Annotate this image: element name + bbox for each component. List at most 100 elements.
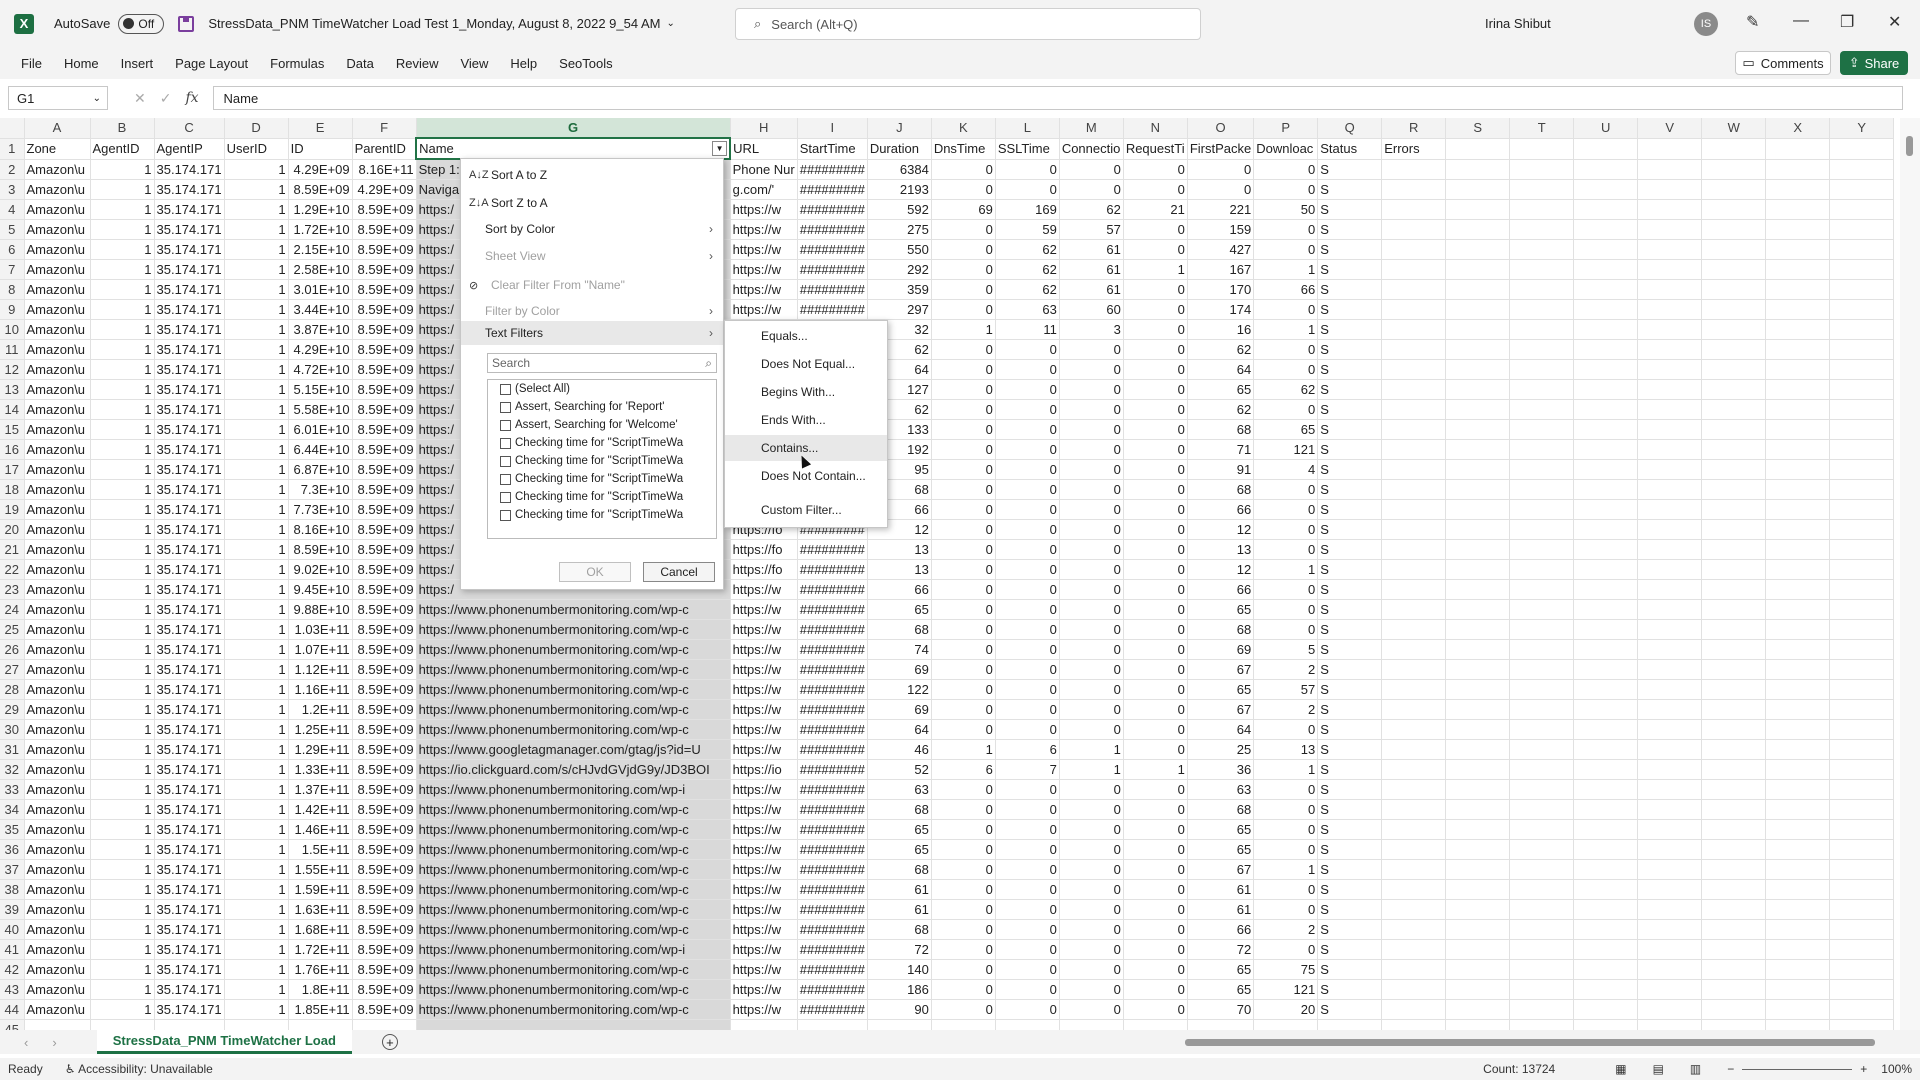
cell[interactable]: 66 — [867, 579, 932, 600]
cell[interactable]: 0 — [931, 959, 996, 980]
cell[interactable]: 0 — [995, 539, 1060, 560]
cell[interactable]: 0 — [1059, 839, 1124, 860]
cell[interactable]: 35.174.171 — [154, 559, 225, 580]
filter-value-list[interactable]: (Select All) Assert, Searching for 'Repor… — [487, 379, 717, 539]
cell[interactable] — [1829, 759, 1895, 780]
cell[interactable] — [1829, 479, 1895, 500]
cell[interactable]: 67 — [1187, 699, 1255, 720]
cell[interactable]: 1.72E+10 — [288, 219, 353, 240]
cell[interactable] — [1829, 999, 1895, 1020]
cell[interactable] — [931, 1019, 996, 1030]
cell[interactable]: 0 — [995, 819, 1060, 840]
cell[interactable]: ######### — [797, 199, 868, 220]
cell[interactable]: S — [1317, 919, 1383, 940]
cell[interactable]: 1.55E+11 — [288, 859, 353, 880]
cell[interactable]: S — [1317, 519, 1383, 540]
cell[interactable]: 0 — [995, 939, 1060, 960]
cell[interactable]: 174 — [1187, 299, 1255, 320]
cell[interactable]: ######### — [797, 239, 868, 260]
cell[interactable]: 0 — [931, 499, 996, 520]
cell[interactable]: S — [1317, 699, 1383, 720]
cell[interactable]: Amazon\u — [24, 439, 91, 460]
cell[interactable] — [1381, 979, 1447, 1000]
cell[interactable]: 0 — [1059, 659, 1124, 680]
cell[interactable]: S — [1317, 859, 1383, 880]
cell[interactable] — [1509, 919, 1575, 940]
cell[interactable]: 35.174.171 — [154, 599, 225, 620]
cell[interactable]: 159 — [1187, 219, 1255, 240]
cell[interactable] — [1381, 799, 1447, 820]
cell[interactable] — [1701, 659, 1767, 680]
cell[interactable]: 0 — [995, 479, 1060, 500]
cell[interactable] — [1509, 159, 1575, 180]
cell[interactable]: 35.174.171 — [154, 179, 225, 200]
cell[interactable]: 0 — [995, 559, 1060, 580]
cell[interactable]: 13 — [1187, 539, 1255, 560]
text-filters[interactable]: Text Filters › — [461, 321, 723, 345]
cell[interactable]: 35.174.171 — [154, 319, 225, 340]
cell[interactable] — [1573, 719, 1639, 740]
cell[interactable] — [1381, 159, 1447, 180]
cell[interactable]: 63 — [867, 779, 932, 800]
cell[interactable] — [1829, 519, 1895, 540]
cell[interactable]: 8.59E+10 — [288, 539, 353, 560]
cell[interactable]: 35.174.171 — [154, 439, 225, 460]
row-header[interactable]: 12 — [0, 359, 25, 380]
cell[interactable] — [1509, 539, 1575, 560]
cell[interactable] — [1445, 1019, 1511, 1030]
cell[interactable] — [1509, 299, 1575, 320]
cell[interactable]: 8.59E+09 — [352, 559, 417, 580]
cell[interactable] — [1701, 199, 1767, 220]
cell[interactable]: 1 — [224, 659, 289, 680]
row-header[interactable]: 38 — [0, 879, 25, 900]
cell[interactable]: 0 — [995, 439, 1060, 460]
cell[interactable]: https://www.phonenumbermonitoring.com/wp… — [416, 999, 731, 1020]
cell[interactable]: 0 — [931, 699, 996, 720]
cell[interactable]: 62 — [1187, 399, 1255, 420]
cell[interactable] — [1509, 399, 1575, 420]
cell[interactable]: 0 — [931, 239, 996, 260]
cell[interactable]: 1.16E+11 — [288, 679, 353, 700]
row-header[interactable]: 30 — [0, 719, 25, 740]
cell[interactable]: 1 — [224, 159, 289, 180]
cell[interactable]: 1 — [90, 719, 155, 740]
cell[interactable]: 0 — [995, 499, 1060, 520]
cell[interactable] — [1509, 339, 1575, 360]
cell[interactable]: 35.174.171 — [154, 699, 225, 720]
cell[interactable]: ID — [288, 138, 353, 160]
menu-review[interactable]: Review — [396, 56, 439, 71]
cell[interactable]: ######### — [797, 859, 868, 880]
cell[interactable]: 0 — [931, 679, 996, 700]
cell[interactable]: ######### — [797, 839, 868, 860]
cell[interactable]: 0 — [995, 919, 1060, 940]
cell[interactable]: 0 — [931, 359, 996, 380]
cell[interactable]: Errors — [1381, 138, 1447, 160]
cell[interactable]: 1 — [1253, 319, 1319, 340]
cell[interactable] — [1573, 939, 1639, 960]
cell[interactable]: 35.174.171 — [154, 379, 225, 400]
cell[interactable] — [1637, 759, 1703, 780]
row-header[interactable]: 42 — [0, 959, 25, 980]
cell[interactable] — [1637, 559, 1703, 580]
cell[interactable] — [1765, 199, 1831, 220]
cell[interactable]: 6.44E+10 — [288, 439, 353, 460]
cell[interactable]: 35.174.171 — [154, 999, 225, 1020]
cell[interactable] — [1445, 759, 1511, 780]
cell[interactable]: 1 — [1253, 859, 1319, 880]
cell[interactable] — [1701, 319, 1767, 340]
cell[interactable]: 0 — [1123, 619, 1188, 640]
cell[interactable]: 0 — [1123, 239, 1188, 260]
autosave-toggle[interactable]: Off — [118, 13, 165, 34]
cell[interactable]: 8.59E+09 — [352, 939, 417, 960]
cell[interactable]: 1 — [224, 259, 289, 280]
cell[interactable]: 1.46E+11 — [288, 819, 353, 840]
cell[interactable] — [1637, 699, 1703, 720]
cell[interactable] — [1381, 419, 1447, 440]
cell[interactable]: 1 — [224, 539, 289, 560]
cell[interactable]: 35.174.171 — [154, 199, 225, 220]
cell[interactable]: Amazon\u — [24, 639, 91, 660]
cell[interactable]: 0 — [1059, 939, 1124, 960]
cell[interactable] — [1765, 859, 1831, 880]
ok-button[interactable]: OK — [559, 562, 631, 582]
cell[interactable]: 0 — [995, 179, 1060, 200]
